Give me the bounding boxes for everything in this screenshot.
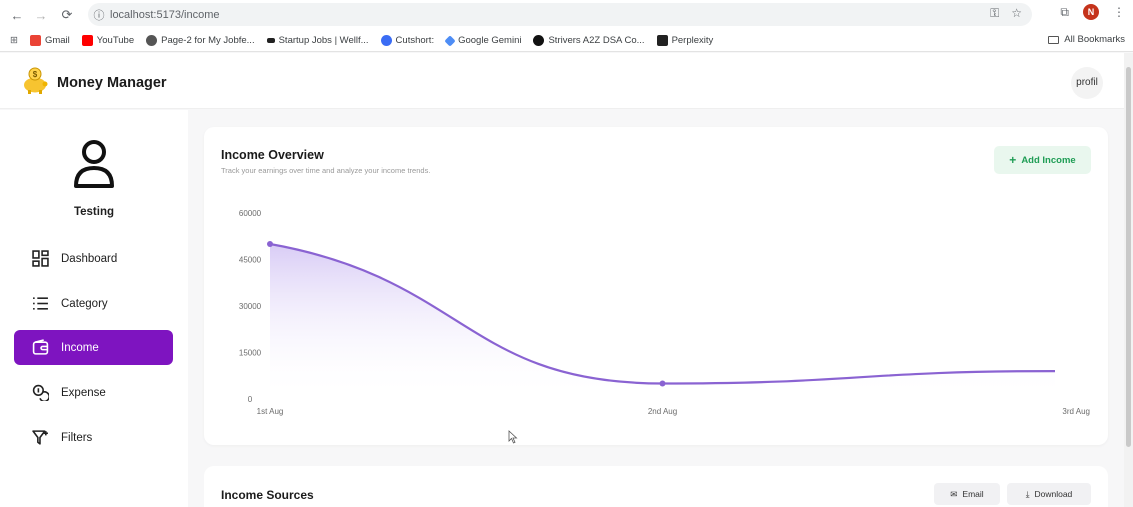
download-icon: ⤓ [1025, 488, 1030, 499]
extensions-icon[interactable]: ⧉ [1060, 5, 1069, 20]
site-info-icon[interactable]: ⓘ [88, 7, 110, 23]
app-header: $ Money Manager profil [0, 53, 1133, 109]
cutshort-icon [380, 35, 392, 46]
forward-icon[interactable]: → [30, 4, 52, 26]
sidebar: Testing Dashboard Category Income Expens… [0, 110, 188, 507]
bookmarks-bar: ⊞ Gmail YouTube Page-2 for My Jobfe... S… [0, 30, 1133, 52]
reload-icon[interactable]: ⟳ [56, 4, 78, 26]
user-icon [74, 140, 114, 188]
data-point[interactable] [659, 380, 666, 387]
sidebar-item-expense[interactable]: Expense [14, 375, 173, 410]
income-area [270, 244, 1055, 399]
wallet-icon [32, 339, 49, 355]
mail-icon: ✉ [950, 488, 958, 499]
gmail-icon [29, 35, 41, 46]
perplexity-icon [656, 35, 668, 46]
browser-profile-avatar[interactable]: N [1083, 4, 1099, 20]
bookmark-startup-jobs[interactable]: Startup Jobs | Wellf... [266, 35, 369, 46]
coins-icon [32, 384, 49, 401]
wellfound-icon [266, 38, 275, 43]
address-bar[interactable]: ⓘ localhost:5173/income ⚿ ☆ [88, 3, 1032, 26]
url-text: localhost:5173/income [110, 8, 220, 21]
y-tick-label: 45000 [239, 256, 262, 265]
list-icon [33, 297, 48, 310]
bookmark-gmail[interactable]: Gmail [29, 35, 70, 46]
income-sources-card: Income Sources ✉ Email ⤓ Download [204, 466, 1108, 507]
back-icon[interactable]: ← [6, 4, 28, 26]
y-tick-label: 0 [248, 395, 253, 404]
gemini-icon [444, 34, 456, 47]
key-icon[interactable]: ⚿ [990, 6, 999, 21]
sidebar-item-label: Category [61, 297, 108, 310]
y-tick-label: 60000 [239, 209, 262, 218]
sidebar-item-filters[interactable]: Filters [14, 420, 173, 455]
sidebar-item-label: Income [61, 341, 99, 354]
svg-text:$: $ [33, 70, 38, 79]
sidebar-item-dashboard[interactable]: Dashboard [14, 241, 173, 276]
dashboard-icon [32, 250, 49, 267]
sidebar-item-label: Expense [61, 386, 106, 399]
bookmark-gemini[interactable]: Google Gemini [444, 34, 521, 47]
bookmark-site-icon [146, 35, 158, 46]
bookmark-cutshort[interactable]: Cutshort: [380, 35, 434, 46]
data-point[interactable] [267, 241, 273, 247]
strivers-icon [533, 35, 545, 46]
x-tick-label: 1st Aug [257, 407, 284, 416]
user-name: Testing [73, 206, 115, 218]
bookmark-jobfe[interactable]: Page-2 for My Jobfe... [146, 35, 255, 46]
youtube-icon [81, 35, 93, 46]
y-tick-label: 30000 [239, 302, 262, 311]
download-label: Download [1034, 489, 1073, 499]
y-tick-label: 15000 [239, 349, 262, 358]
bookmark-perplexity[interactable]: Perplexity [656, 35, 713, 46]
bookmark-strivers[interactable]: Strivers A2Z DSA Co... [533, 35, 645, 46]
scrollbar-thumb[interactable] [1126, 67, 1131, 447]
download-button[interactable]: ⤓ Download [1007, 483, 1091, 505]
sidebar-item-label: Dashboard [61, 252, 118, 265]
sidebar-item-income[interactable]: Income [14, 330, 173, 365]
apps-grid-icon[interactable]: ⊞ [10, 35, 18, 46]
sidebar-item-label: Filters [61, 431, 93, 444]
browser-menu-icon[interactable]: ⋮ [1113, 5, 1125, 19]
page-scrollbar[interactable] [1124, 53, 1133, 507]
email-label: Email [962, 489, 984, 499]
app-title: Money Manager [57, 75, 167, 91]
all-bookmarks[interactable]: All Bookmarks [1048, 34, 1125, 45]
folder-icon [1048, 35, 1060, 44]
income-sources-title: Income Sources [221, 488, 314, 502]
bookmark-star-icon[interactable]: ☆ [1011, 6, 1022, 21]
sidebar-item-category[interactable]: Category [14, 286, 173, 321]
email-button[interactable]: ✉ Email [934, 483, 1000, 505]
mouse-cursor-icon [508, 430, 518, 444]
bookmark-youtube[interactable]: YouTube [81, 35, 134, 46]
piggy-bank-logo-icon: $ [24, 67, 48, 94]
profile-avatar[interactable]: profil [1071, 67, 1103, 99]
filter-icon [32, 430, 48, 445]
income-chart: 0 15000 30000 45000 60000 1st Aug 2nd Aug 3rd A… [239, 209, 1090, 416]
browser-toolbar: ← → ⟳ ⓘ localhost:5173/income ⚿ ☆ ⧉ N ⋮ [0, 0, 1133, 30]
income-overview-card: Income Overview Track your earnings over… [204, 127, 1108, 445]
x-tick-label: 3rd Aug [1062, 407, 1090, 416]
x-tick-label: 2nd Aug [648, 407, 677, 416]
